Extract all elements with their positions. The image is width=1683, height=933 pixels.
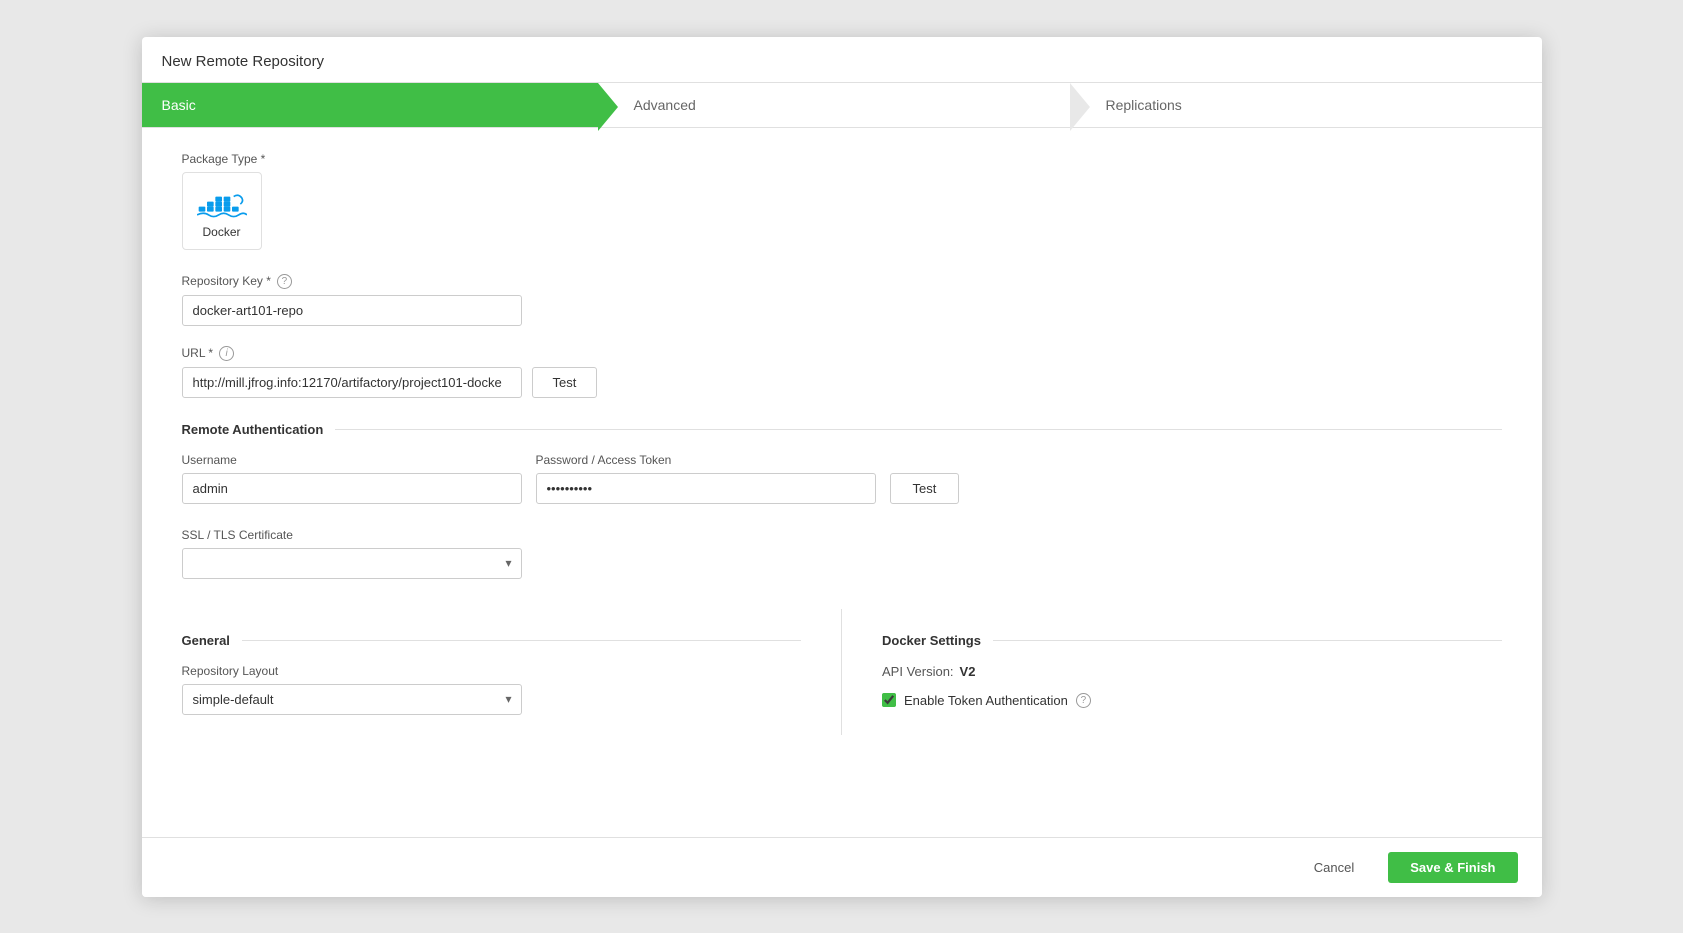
remote-auth-row: Username Password / Access Token Test — [182, 453, 1502, 504]
ssl-group: SSL / TLS Certificate Default — [182, 528, 522, 579]
dialog-body: Package Type * — [142, 128, 1542, 837]
url-row: Test — [182, 367, 1502, 398]
ssl-select-wrap: Default — [182, 548, 522, 579]
enable-token-auth-help-icon[interactable]: ? — [1076, 693, 1091, 708]
enable-token-auth-checkbox[interactable] — [882, 693, 896, 707]
cancel-button[interactable]: Cancel — [1292, 852, 1376, 883]
bottom-sections: General Repository Layout simple-default… — [182, 609, 1502, 735]
repository-key-label: Repository Key * ? — [182, 274, 522, 289]
api-version-value: V2 — [960, 664, 976, 679]
enable-token-auth-row: Enable Token Authentication ? — [882, 693, 1502, 708]
enable-token-auth-label: Enable Token Authentication — [904, 693, 1068, 708]
ssl-select[interactable]: Default — [182, 548, 522, 579]
url-input[interactable] — [182, 367, 522, 398]
repository-key-help-icon[interactable]: ? — [277, 274, 292, 289]
username-label: Username — [182, 453, 522, 467]
auth-test-button-wrap: Test — [890, 473, 960, 504]
password-label: Password / Access Token — [536, 453, 876, 467]
docker-package-type-option[interactable]: Docker — [182, 172, 262, 250]
api-version-row: API Version: V2 — [882, 664, 1502, 679]
url-info-icon[interactable]: i — [219, 346, 234, 361]
wizard-steps: Basic Advanced Replications — [142, 83, 1542, 128]
auth-test-button[interactable]: Test — [890, 473, 960, 504]
wizard-step-replications[interactable]: Replications — [1070, 83, 1542, 127]
package-type-label: Package Type * — [182, 152, 1502, 166]
general-section-header: General — [182, 633, 802, 648]
password-group: Password / Access Token — [536, 453, 876, 504]
remote-auth-section-header: Remote Authentication — [182, 422, 1502, 437]
repository-key-group: Repository Key * ? — [182, 274, 522, 326]
repo-layout-select[interactable]: simple-default maven-2-default ivy-defau… — [182, 684, 522, 715]
url-test-button[interactable]: Test — [532, 367, 598, 398]
repository-key-input[interactable] — [182, 295, 522, 326]
dialog-title: New Remote Repository — [142, 37, 1542, 83]
wizard-step-basic[interactable]: Basic — [142, 83, 598, 127]
username-input[interactable] — [182, 473, 522, 504]
docker-logo-icon — [197, 183, 247, 221]
docker-package-type-label: Docker — [202, 225, 240, 239]
username-group: Username — [182, 453, 522, 504]
general-section: General Repository Layout simple-default… — [182, 609, 842, 735]
package-type-group: Package Type * — [182, 152, 1502, 250]
api-version-label: API Version: — [882, 664, 954, 679]
dialog-footer: Cancel Save & Finish — [142, 837, 1542, 897]
url-group: URL * i Test — [182, 346, 1502, 398]
url-label: URL * i — [182, 346, 1502, 361]
save-finish-button[interactable]: Save & Finish — [1388, 852, 1517, 883]
new-remote-repository-dialog: New Remote Repository Basic Advanced Rep… — [142, 37, 1542, 897]
wizard-step-advanced[interactable]: Advanced — [598, 83, 1070, 127]
repo-layout-label: Repository Layout — [182, 664, 522, 678]
password-input[interactable] — [536, 473, 876, 504]
docker-settings-section-header: Docker Settings — [882, 633, 1502, 648]
repo-layout-group: Repository Layout simple-default maven-2… — [182, 664, 522, 715]
docker-settings-section: Docker Settings API Version: V2 Enable T… — [841, 609, 1502, 735]
ssl-label: SSL / TLS Certificate — [182, 528, 522, 542]
repo-layout-select-wrap: simple-default maven-2-default ivy-defau… — [182, 684, 522, 715]
